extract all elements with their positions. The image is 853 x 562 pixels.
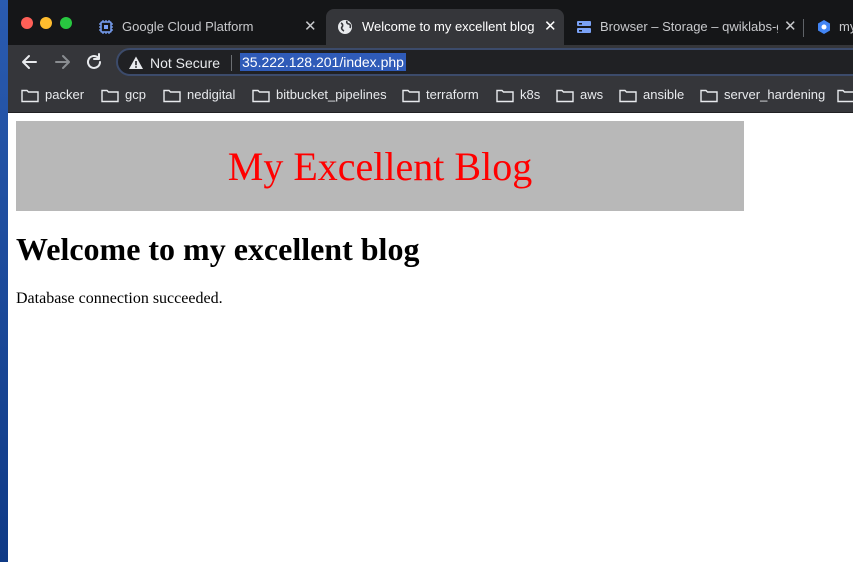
close-window-button[interactable] bbox=[21, 17, 33, 29]
close-tab-icon[interactable]: ✕ bbox=[784, 17, 797, 35]
tab-welcome-blog[interactable]: Welcome to my excellent blog ✕ bbox=[326, 9, 564, 45]
tab-strip: Google Cloud Platform ✕ Welcome to my ex… bbox=[8, 0, 853, 45]
close-tab-icon[interactable]: ✕ bbox=[304, 17, 317, 35]
bookmark-label: packer bbox=[45, 87, 85, 102]
folder-icon bbox=[619, 89, 637, 103]
folder-icon bbox=[837, 89, 853, 103]
maximize-window-button[interactable] bbox=[60, 17, 72, 29]
folder-icon bbox=[700, 89, 718, 103]
url-text[interactable]: 35.222.128.201/index.php bbox=[240, 53, 406, 71]
blog-banner: My Excellent Blog bbox=[16, 121, 744, 211]
folder-icon bbox=[252, 89, 270, 103]
back-arrow-icon[interactable] bbox=[20, 52, 40, 72]
address-separator bbox=[231, 55, 232, 71]
folder-icon bbox=[556, 89, 574, 103]
blog-title: My Excellent Blog bbox=[227, 144, 533, 189]
tab-title: Welcome to my excellent blog bbox=[362, 19, 535, 34]
hexagon-icon bbox=[818, 20, 830, 34]
bookmark-label: gcp bbox=[125, 87, 146, 102]
tab-separator bbox=[803, 19, 804, 37]
tab-my[interactable]: my bbox=[808, 9, 853, 45]
tab-browser-storage[interactable]: Browser – Storage – qwiklabs-g ✕ bbox=[566, 9, 798, 45]
forward-arrow-icon[interactable] bbox=[52, 52, 72, 72]
folder-icon bbox=[402, 89, 420, 103]
bookmark-label: k8s bbox=[520, 87, 541, 102]
tab-google-cloud-platform[interactable]: Google Cloud Platform ✕ bbox=[90, 9, 324, 45]
bookmark-label: server_hardening bbox=[724, 87, 826, 102]
close-tab-icon[interactable]: ✕ bbox=[544, 17, 557, 35]
browser-toolbar: Not Secure 35.222.128.201/index.php bbox=[8, 45, 853, 79]
address-bar[interactable]: Not Secure 35.222.128.201/index.php bbox=[116, 48, 853, 76]
security-status-label[interactable]: Not Secure bbox=[150, 55, 220, 71]
folder-icon bbox=[496, 89, 514, 103]
folder-icon bbox=[163, 89, 181, 103]
bookmark-label: nedigital bbox=[187, 87, 236, 102]
reload-icon[interactable] bbox=[84, 52, 104, 72]
bookmark-label: bitbucket_pipelines bbox=[276, 87, 387, 102]
folder-icon bbox=[101, 89, 119, 103]
folder-icon bbox=[21, 89, 39, 103]
bookmarks-bar: packer gcp nedigital bitbucket_pipelines… bbox=[8, 79, 853, 113]
bookmark-folder-overflow[interactable] bbox=[837, 87, 853, 105]
db-status-text: Database connection succeeded. bbox=[16, 290, 223, 307]
minimize-window-button[interactable] bbox=[40, 17, 52, 29]
tab-title: Google Cloud Platform bbox=[122, 19, 254, 34]
web-page: My Excellent Blog Welcome to my excellen… bbox=[8, 113, 853, 562]
bookmark-label: aws bbox=[580, 87, 604, 102]
chip-icon bbox=[99, 20, 113, 34]
tab-title: Browser – Storage – qwiklabs-g bbox=[600, 19, 778, 34]
storage-icon bbox=[577, 21, 591, 33]
warning-triangle-icon[interactable] bbox=[128, 55, 144, 71]
tab-title: my bbox=[839, 19, 853, 34]
page-heading: Welcome to my excellent blog bbox=[16, 231, 420, 267]
bookmark-label: terraform bbox=[426, 87, 479, 102]
browser-window: Google Cloud Platform ✕ Welcome to my ex… bbox=[8, 0, 853, 562]
desktop-background bbox=[0, 0, 8, 562]
globe-icon bbox=[338, 20, 352, 34]
bookmark-label: ansible bbox=[643, 87, 685, 102]
